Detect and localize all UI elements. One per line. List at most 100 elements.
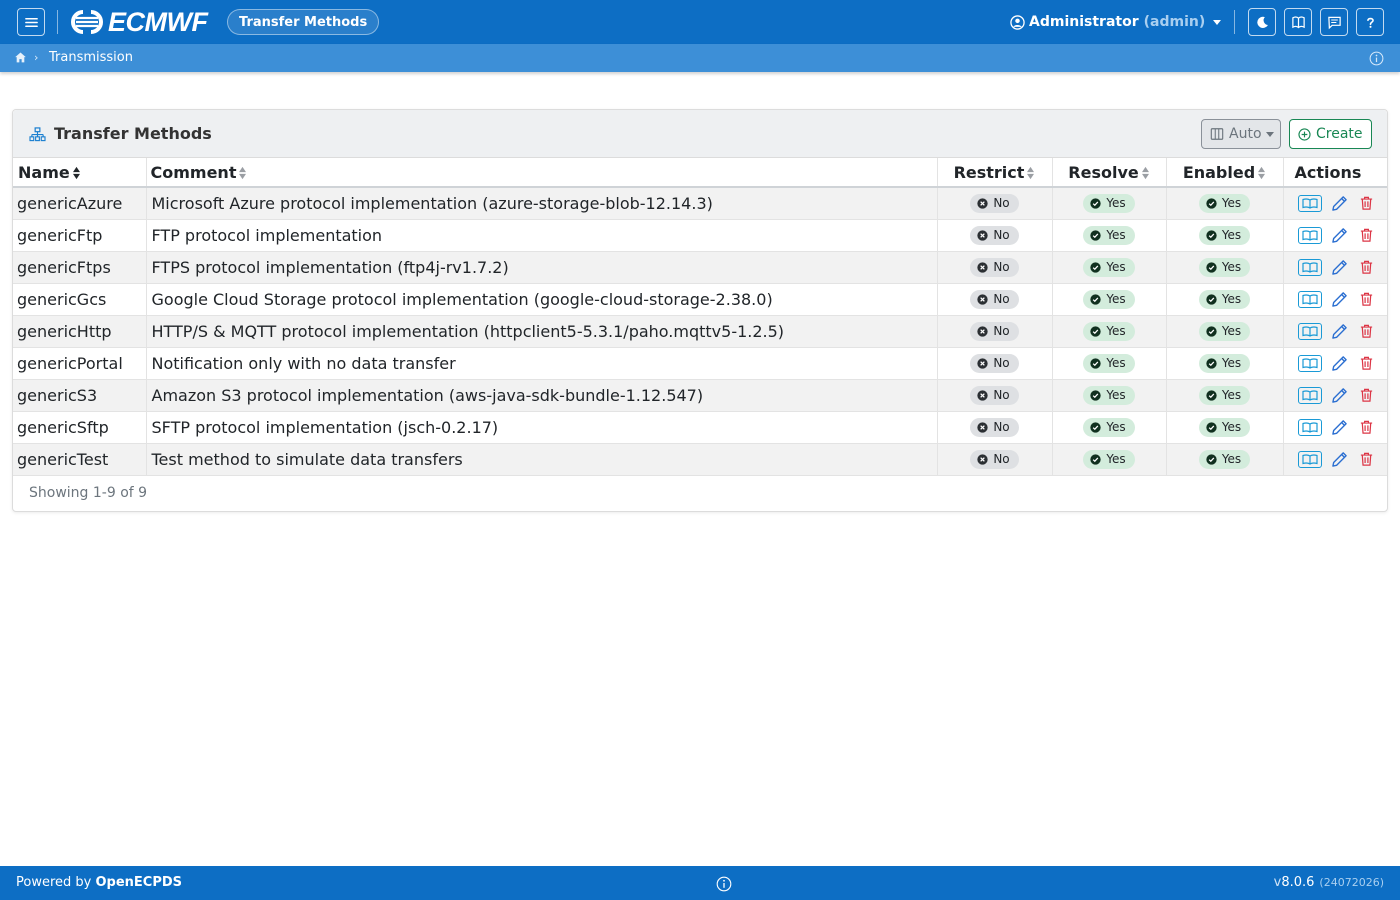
table-row[interactable]: genericGcs Google Cloud Storage protocol … — [13, 283, 1387, 316]
check-circle-icon — [1090, 261, 1101, 273]
cell-name: genericSftp — [13, 411, 146, 444]
cell-enabled: Yes — [1165, 251, 1283, 284]
column-layout-dropdown[interactable]: Auto — [1201, 119, 1281, 149]
chevron-right-icon: › — [34, 51, 39, 64]
table-row[interactable]: genericFtps FTPS protocol implementation … — [13, 251, 1387, 284]
cell-restrict: No — [936, 219, 1052, 252]
delete-button[interactable] — [1359, 258, 1375, 276]
x-circle-icon — [977, 389, 988, 401]
cell-restrict: No — [936, 443, 1052, 476]
column-header-restrict[interactable]: Restrict — [936, 158, 1052, 188]
cell-comment: Microsoft Azure protocol implementation … — [145, 187, 937, 220]
user-name: Administrator — [1029, 14, 1139, 30]
table-row[interactable]: genericSftp SFTP protocol implementation … — [13, 411, 1387, 444]
trash-icon — [1360, 260, 1373, 274]
messages-button[interactable] — [1320, 8, 1348, 36]
cell-resolve: Yes — [1051, 187, 1166, 220]
table-row[interactable]: genericHttp HTTP/S & MQTT protocol implem… — [13, 315, 1387, 348]
restrict-badge: No — [970, 289, 1019, 309]
help-button[interactable] — [1356, 8, 1384, 36]
view-button[interactable] — [1297, 194, 1322, 212]
table-row[interactable]: genericAzure Microsoft Azure protocol imp… — [13, 187, 1387, 220]
table-row[interactable]: genericS3 Amazon S3 protocol implementati… — [13, 379, 1387, 412]
check-circle-icon — [1206, 389, 1217, 401]
documentation-button[interactable] — [1284, 8, 1312, 36]
column-header-comment[interactable]: Comment — [145, 158, 937, 188]
view-button[interactable] — [1297, 418, 1322, 436]
edit-button[interactable] — [1331, 354, 1349, 372]
cell-name: genericTest — [13, 443, 146, 476]
view-button[interactable] — [1297, 290, 1322, 308]
menu-toggle-button[interactable] — [17, 8, 45, 36]
sort-icon — [72, 166, 80, 180]
breadcrumb-item-transmission[interactable]: Transmission — [49, 50, 133, 65]
question-icon — [1366, 17, 1374, 28]
ecmwf-logo-icon — [71, 10, 103, 34]
x-circle-icon — [977, 357, 988, 369]
info-icon[interactable] — [716, 876, 732, 892]
columns-icon — [1210, 128, 1224, 140]
pencil-icon — [1332, 451, 1347, 467]
delete-button[interactable] — [1359, 194, 1375, 212]
edit-button[interactable] — [1331, 290, 1349, 308]
brand-logo[interactable]: ECMWF — [70, 7, 208, 37]
x-circle-icon — [977, 198, 988, 209]
chevron-down-icon — [1213, 19, 1222, 25]
navbar-divider — [57, 10, 58, 34]
column-header-resolve[interactable]: Resolve — [1051, 158, 1166, 188]
create-button[interactable]: Create — [1289, 119, 1372, 149]
book-open-icon — [1301, 357, 1318, 369]
table-row[interactable]: genericPortal Notification only with no d… — [13, 347, 1387, 380]
book-open-icon — [1301, 325, 1318, 337]
check-circle-icon — [1090, 389, 1101, 401]
view-button[interactable] — [1297, 354, 1322, 372]
edit-button[interactable] — [1331, 226, 1349, 244]
table-row[interactable]: genericTest Test method to simulate data … — [13, 443, 1387, 476]
edit-button[interactable] — [1331, 322, 1349, 340]
column-header-name[interactable]: Name — [13, 158, 146, 188]
enabled-badge: Yes — [1198, 289, 1251, 309]
cell-restrict: No — [936, 411, 1052, 444]
edit-button[interactable] — [1331, 194, 1349, 212]
check-circle-icon — [1090, 357, 1101, 369]
table-row[interactable]: genericFtp FTP protocol implementation No Y… — [13, 219, 1387, 252]
delete-button[interactable] — [1359, 290, 1375, 308]
user-menu[interactable]: Administrator (admin) — [1010, 12, 1222, 32]
edit-button[interactable] — [1331, 386, 1349, 404]
column-header-enabled[interactable]: Enabled — [1165, 158, 1283, 188]
view-button[interactable] — [1297, 386, 1322, 404]
cell-actions — [1282, 283, 1387, 316]
delete-button[interactable] — [1359, 322, 1375, 340]
top-navbar: ECMWF Transfer Methods Administrator (ad… — [0, 0, 1400, 44]
check-circle-icon — [1090, 325, 1101, 337]
delete-button[interactable] — [1359, 354, 1375, 372]
view-button[interactable] — [1297, 322, 1322, 340]
delete-button[interactable] — [1359, 226, 1375, 244]
home-icon[interactable] — [14, 51, 27, 64]
cell-comment: SFTP protocol implementation (jsch-0.2.1… — [145, 411, 937, 444]
edit-button[interactable] — [1331, 258, 1349, 276]
navbar-divider — [1234, 10, 1235, 34]
view-button[interactable] — [1297, 258, 1322, 276]
delete-button[interactable] — [1359, 418, 1375, 436]
openecpds-link[interactable]: OpenECPDS — [96, 875, 183, 890]
cell-enabled: Yes — [1165, 443, 1283, 476]
cell-restrict: No — [936, 283, 1052, 316]
info-icon[interactable] — [1369, 51, 1384, 66]
delete-button[interactable] — [1359, 386, 1375, 404]
page-title-pill[interactable]: Transfer Methods — [227, 9, 380, 35]
edit-button[interactable] — [1331, 418, 1349, 436]
delete-button[interactable] — [1359, 450, 1375, 468]
theme-toggle-button[interactable] — [1248, 8, 1276, 36]
resolve-badge: Yes — [1083, 225, 1135, 245]
enabled-badge: Yes — [1198, 417, 1251, 437]
trash-icon — [1360, 388, 1373, 402]
edit-button[interactable] — [1331, 450, 1349, 468]
view-button[interactable] — [1297, 226, 1322, 244]
version-info: v8.0.6 (24072026) — [1273, 875, 1384, 890]
pencil-icon — [1332, 291, 1347, 307]
cell-resolve: Yes — [1051, 283, 1166, 316]
resolve-badge: Yes — [1083, 257, 1135, 277]
view-button[interactable] — [1297, 450, 1322, 468]
table-body: genericAzure Microsoft Azure protocol imp… — [13, 187, 1387, 476]
